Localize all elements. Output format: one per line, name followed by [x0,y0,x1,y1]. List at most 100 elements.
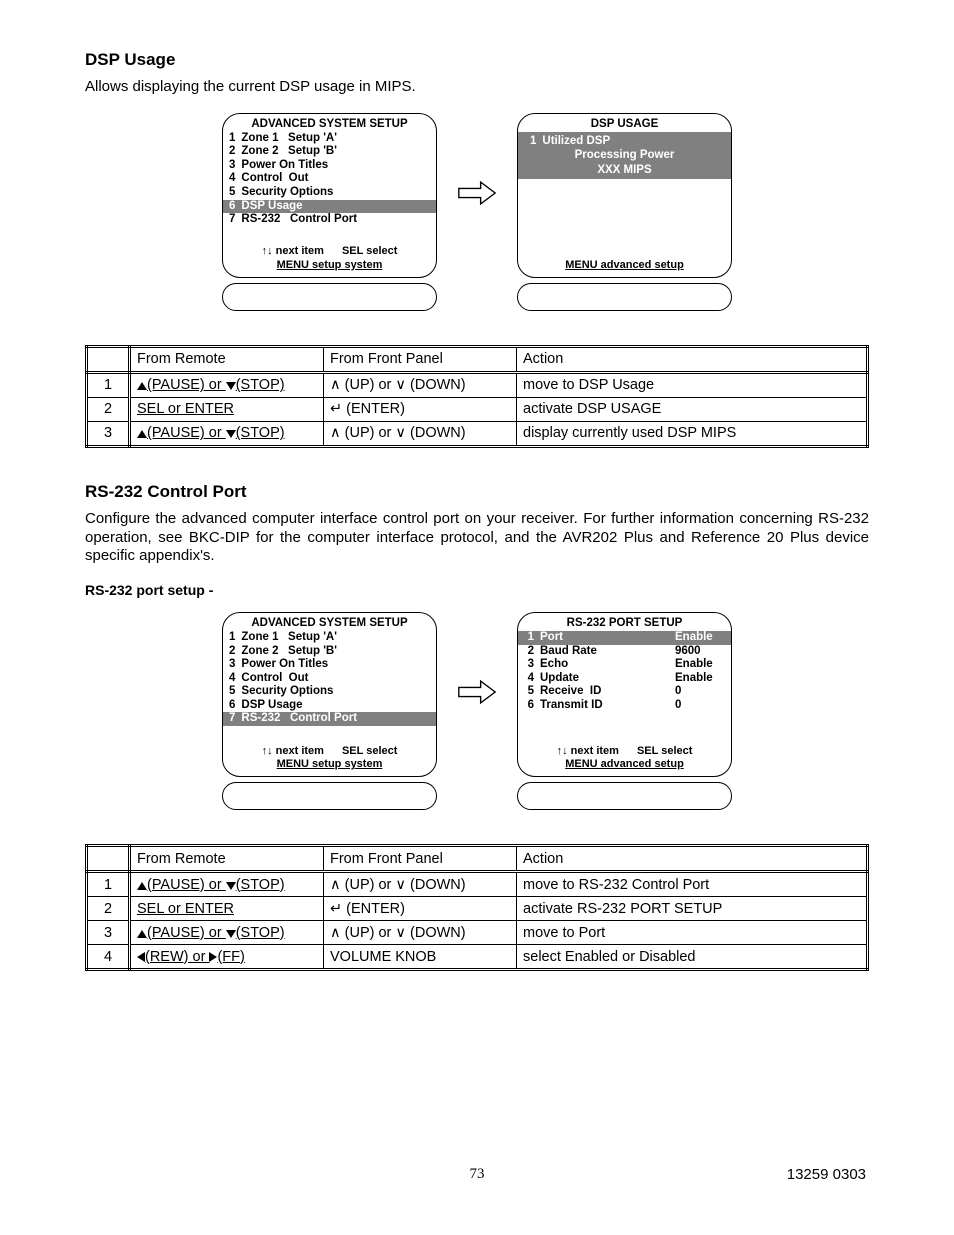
step-number: 4 [87,945,130,970]
triangle-up-icon [137,882,147,890]
arrow-right-icon [457,173,497,213]
page-number: 73 [0,1166,954,1183]
from-remote-cell: (PAUSE) or (STOP) [130,872,324,897]
menu-item: 6DSP Usage [223,699,436,713]
table-header: Action [517,346,868,372]
menu-item: 2Zone 2 Setup 'B' [223,145,436,159]
from-remote-cell: (PAUSE) or (STOP) [130,372,324,397]
from-front-panel-cell: ∧ (UP) or ∨ (DOWN) [324,421,517,446]
table-row: 1(PAUSE) or (STOP)∧ (UP) or ∨ (DOWN)move… [87,372,868,397]
menu-item: 5Security Options [223,186,436,200]
table-row: 2SEL or ENTER↵ (ENTER)activate RS-232 PO… [87,897,868,921]
advanced-setup-menu: ADVANCED SYSTEM SETUP 1Zone 1 Setup 'A'2… [222,612,437,810]
rs232-subheading: RS-232 port setup - [85,582,869,598]
menu-sub-box [517,782,732,810]
table-header: From Remote [130,346,324,372]
table-row: 1(PAUSE) or (STOP)∧ (UP) or ∨ (DOWN)move… [87,872,868,897]
from-remote-cell: (PAUSE) or (STOP) [130,921,324,945]
menu-item: 2Zone 2 Setup 'B' [223,645,436,659]
menu-item: 7RS-232 Control Port [223,712,436,726]
step-number: 1 [87,872,130,897]
from-remote-cell: (REW) or (FF) [130,945,324,970]
table-row: 4(REW) or (FF)VOLUME KNOBselect Enabled … [87,945,868,970]
triangle-down-icon [226,930,236,938]
menu-item: 1Zone 1 Setup 'A' [223,631,436,645]
dsp-usage-action-table: From RemoteFrom Front PanelAction 1(PAUS… [85,345,869,448]
rs232-diagram: ADVANCED SYSTEM SETUP 1Zone 1 Setup 'A'2… [85,612,869,810]
from-remote-cell: SEL or ENTER [130,397,324,421]
menu-title: ADVANCED SYSTEM SETUP [223,118,436,132]
menu-sub-box [222,782,437,810]
triangle-down-icon [226,430,236,438]
from-front-panel-cell: ∧ (UP) or ∨ (DOWN) [324,372,517,397]
menu-footer: ↑↓ next itemSEL select MENU setup system [223,245,436,275]
menu-item: 3Power On Titles [223,658,436,672]
menu-title: ADVANCED SYSTEM SETUP [223,617,436,631]
menu-item: 3EchoEnable [518,658,731,672]
menu-item: 7RS-232 Control Port [223,213,436,227]
dsp-usage-menu: DSP USAGE 1Utilized DSP Processing Power… [517,113,732,311]
dsp-usage-heading: DSP Usage [85,50,869,70]
from-front-panel-cell: VOLUME KNOB [324,945,517,970]
menu-title: RS-232 PORT SETUP [518,617,731,631]
step-number: 2 [87,897,130,921]
action-cell: move to DSP Usage [517,372,868,397]
triangle-left-icon [137,952,145,962]
action-cell: move to RS-232 Control Port [517,872,868,897]
from-remote-cell: (PAUSE) or (STOP) [130,421,324,446]
menu-footer: ↑↓ next itemSEL select MENU setup system [223,745,436,775]
rs232-action-table: From RemoteFrom Front PanelAction 1(PAUS… [85,844,869,971]
action-cell: activate DSP USAGE [517,397,868,421]
menu-item: 5Receive ID0 [518,685,731,699]
triangle-up-icon [137,382,147,390]
action-cell: move to Port [517,921,868,945]
menu-item: 4UpdateEnable [518,672,731,686]
menu-item: 4Control Out [223,672,436,686]
dsp-usage-info: 1Utilized DSP Processing Power XXX MIPS [518,132,731,179]
from-front-panel-cell: ∧ (UP) or ∨ (DOWN) [324,872,517,897]
triangle-down-icon [226,882,236,890]
table-row: 2SEL or ENTER↵ (ENTER)activate DSP USAGE [87,397,868,421]
from-front-panel-cell: ↵ (ENTER) [324,897,517,921]
menu-footer: MENU advanced setup [518,259,731,275]
menu-title: DSP USAGE [518,118,731,132]
menu-item: 6Transmit ID0 [518,699,731,713]
menu-item: 3Power On Titles [223,159,436,173]
rs232-heading: RS-232 Control Port [85,482,869,502]
page-footer: 73 13259 0303 [0,1166,954,1183]
table-header [87,346,130,372]
triangle-up-icon [137,930,147,938]
menu-item: 2Baud Rate9600 [518,645,731,659]
menu-item: 5Security Options [223,685,436,699]
from-remote-cell: SEL or ENTER [130,897,324,921]
table-header: From Front Panel [324,346,517,372]
from-front-panel-cell: ∧ (UP) or ∨ (DOWN) [324,921,517,945]
menu-sub-box [517,283,732,311]
table-row: 3(PAUSE) or (STOP)∧ (UP) or ∨ (DOWN)move… [87,921,868,945]
table-header [87,846,130,872]
action-cell: activate RS-232 PORT SETUP [517,897,868,921]
dsp-usage-diagram: ADVANCED SYSTEM SETUP 1Zone 1 Setup 'A'2… [85,113,869,311]
table-header: From Remote [130,846,324,872]
action-cell: display currently used DSP MIPS [517,421,868,446]
from-front-panel-cell: ↵ (ENTER) [324,397,517,421]
rs232-port-setup-menu: RS-232 PORT SETUP 1PortEnable2Baud Rate9… [517,612,732,810]
arrow-right-icon [457,672,497,712]
advanced-setup-menu: ADVANCED SYSTEM SETUP 1Zone 1 Setup 'A'2… [222,113,437,311]
step-number: 3 [87,421,130,446]
menu-item: 6DSP Usage [223,200,436,214]
menu-item: 1PortEnable [518,631,731,645]
triangle-down-icon [226,382,236,390]
menu-item: 1Zone 1 Setup 'A' [223,132,436,146]
menu-sub-box [222,283,437,311]
table-row: 3(PAUSE) or (STOP)∧ (UP) or ∨ (DOWN)disp… [87,421,868,446]
step-number: 1 [87,372,130,397]
step-number: 3 [87,921,130,945]
step-number: 2 [87,397,130,421]
menu-footer: ↑↓ next itemSEL select MENU advanced set… [518,745,731,775]
action-cell: select Enabled or Disabled [517,945,868,970]
triangle-up-icon [137,430,147,438]
menu-item: 4Control Out [223,172,436,186]
table-header: From Front Panel [324,846,517,872]
rs232-paragraph: Configure the advanced computer interfac… [85,510,869,566]
